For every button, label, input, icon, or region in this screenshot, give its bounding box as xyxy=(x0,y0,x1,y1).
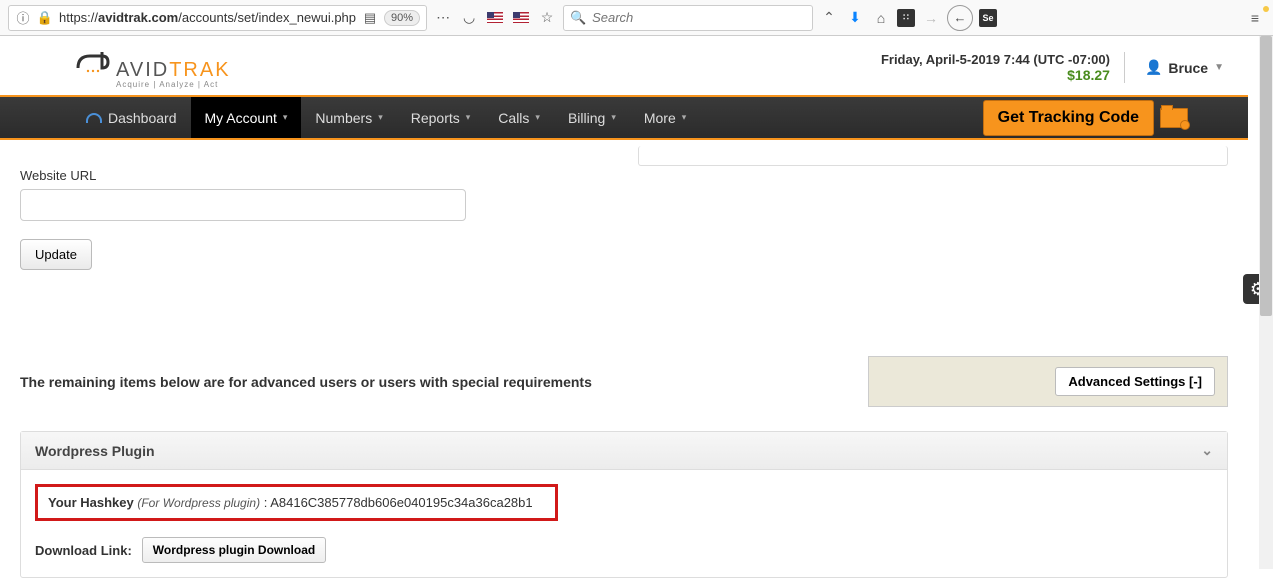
nav-label: Numbers xyxy=(315,110,372,126)
wordpress-panel: Wordpress Plugin ⌄ Your Hashkey (For Wor… xyxy=(20,431,1228,578)
nav-reports[interactable]: Reports ▾ xyxy=(397,97,485,138)
chevron-down-icon: ▾ xyxy=(611,112,616,123)
website-url-input[interactable] xyxy=(20,189,466,221)
dashboard-icon xyxy=(86,113,102,123)
back-icon[interactable]: ← xyxy=(947,5,973,31)
nav-label: My Account xyxy=(205,110,277,126)
home-icon[interactable]: ⌂ xyxy=(871,8,891,28)
download-label: Download Link: xyxy=(35,543,132,558)
search-input[interactable] xyxy=(592,10,806,25)
search-bar[interactable]: 🔍 xyxy=(563,5,813,31)
scrollbar-thumb[interactable] xyxy=(1260,36,1272,316)
logo-symbol-icon xyxy=(72,46,112,76)
nav-billing[interactable]: Billing ▾ xyxy=(554,97,630,138)
get-tracking-code-button[interactable]: Get Tracking Code xyxy=(983,100,1154,136)
right-panel-edge xyxy=(638,146,1228,166)
url-bar[interactable]: ⓘ 🔒 https://avidtrak.com/accounts/set/in… xyxy=(8,5,427,31)
chevron-down-icon: ▾ xyxy=(283,112,288,123)
lock-icon: 🔒 xyxy=(37,10,53,26)
nav-label: Calls xyxy=(498,110,529,126)
se-icon[interactable]: Se xyxy=(979,9,997,27)
info-icon[interactable]: ⓘ xyxy=(15,10,31,26)
advanced-message: The remaining items below are for advanc… xyxy=(20,374,868,390)
more-icon[interactable]: ⋯ xyxy=(433,8,453,28)
logo-text-trak: TRAK xyxy=(169,59,230,82)
hashkey-label: Your Hashkey xyxy=(48,495,137,510)
datetime-text: Friday, April-5-2019 7:44 (UTC -07:00) xyxy=(881,52,1110,67)
logo[interactable]: AVIDTRAK Acquire | Analyze | Act xyxy=(72,46,231,89)
url-text: https://avidtrak.com/accounts/set/index_… xyxy=(59,10,356,25)
url-path: /accounts/set/index_newui.php xyxy=(178,10,356,25)
balance-text: $18.27 xyxy=(881,67,1110,83)
nav-label: Dashboard xyxy=(108,110,177,126)
nav-bar: Dashboard My Account ▾ Numbers ▾ Reports… xyxy=(0,95,1248,140)
zoom-badge[interactable]: 90% xyxy=(384,10,420,26)
extension-icon[interactable]: ∷ xyxy=(897,9,915,27)
header-right: Friday, April-5-2019 7:44 (UTC -07:00) $… xyxy=(881,52,1224,83)
wordpress-download-button[interactable]: Wordpress plugin Download xyxy=(142,537,326,563)
nav-dashboard[interactable]: Dashboard xyxy=(72,97,191,138)
nav-label: Billing xyxy=(568,110,605,126)
user-name: Bruce xyxy=(1168,60,1208,76)
logo-tagline: Acquire | Analyze | Act xyxy=(116,80,218,89)
url-domain: avidtrak.com xyxy=(98,10,178,25)
forward-icon[interactable]: → xyxy=(921,8,941,28)
website-url-label: Website URL xyxy=(20,168,1228,183)
pocket-icon[interactable]: ◡ xyxy=(459,8,479,28)
chevron-down-icon: ▾ xyxy=(378,112,383,123)
advanced-box: Advanced Settings [-] xyxy=(868,356,1228,407)
panel-title: Wordpress Plugin xyxy=(35,443,155,459)
user-icon: 👤 xyxy=(1145,59,1162,76)
menu-icon[interactable]: ≡ xyxy=(1245,8,1265,28)
advanced-settings-button[interactable]: Advanced Settings [-] xyxy=(1055,367,1215,396)
hashkey-sublabel: (For Wordpress plugin) xyxy=(137,496,260,510)
chevron-down-icon: ▾ xyxy=(535,112,540,123)
panel-header[interactable]: Wordpress Plugin ⌄ xyxy=(21,432,1227,470)
logo-text-avid: AVID xyxy=(116,59,169,82)
nav-label: More xyxy=(644,110,676,126)
page-header: AVIDTRAK Acquire | Analyze | Act Friday,… xyxy=(0,36,1248,95)
scrollbar[interactable] xyxy=(1259,36,1273,569)
nav-calls[interactable]: Calls ▾ xyxy=(484,97,554,138)
nav-numbers[interactable]: Numbers ▾ xyxy=(301,97,396,138)
reader-icon[interactable]: ▤ xyxy=(362,10,378,26)
chevron-down-icon: ▾ xyxy=(466,112,471,123)
search-icon: 🔍 xyxy=(570,10,586,26)
hashkey-row: Your Hashkey (For Wordpress plugin) : A8… xyxy=(35,484,558,521)
folder-icon[interactable] xyxy=(1160,108,1188,128)
chevron-down-icon: ▾ xyxy=(682,112,687,123)
chevron-down-icon: ⌄ xyxy=(1201,442,1213,459)
star-icon[interactable]: ☆ xyxy=(537,8,557,28)
browser-toolbar: ⓘ 🔒 https://avidtrak.com/accounts/set/in… xyxy=(0,0,1273,36)
chevron-down-icon: ▼ xyxy=(1214,62,1224,73)
url-scheme: https:// xyxy=(59,10,98,25)
library-icon[interactable]: ⌃ xyxy=(819,8,839,28)
nav-my-account[interactable]: My Account ▾ xyxy=(191,97,302,138)
flag-icon-2[interactable] xyxy=(511,8,531,28)
nav-more[interactable]: More ▾ xyxy=(630,97,700,138)
update-button[interactable]: Update xyxy=(20,239,92,270)
nav-label: Reports xyxy=(411,110,460,126)
download-icon[interactable]: ⬇ xyxy=(845,8,865,28)
flag-icon-1[interactable] xyxy=(485,8,505,28)
hashkey-value: A8416C385778db606e040195c34a36ca28b1 xyxy=(270,495,532,510)
user-dropdown[interactable]: 👤 Bruce ▼ xyxy=(1145,59,1224,76)
